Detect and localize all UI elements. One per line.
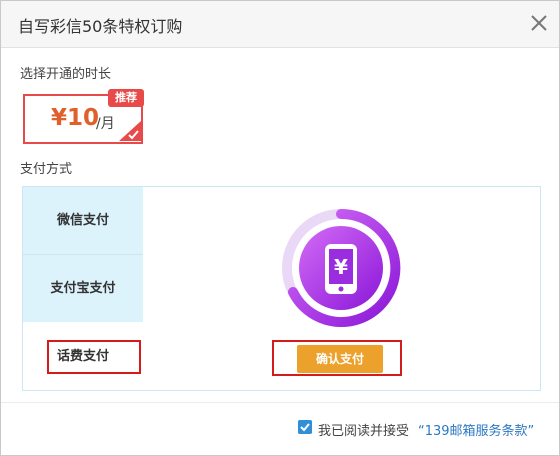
payment-panel: 微信支付 支付宝支付 话费支付 ¥ 确认支付 [22, 186, 541, 391]
duration-label: 选择开通的时长 [20, 67, 112, 82]
plan-price: ¥10 [51, 105, 100, 131]
confirm-highlight-frame [272, 340, 402, 376]
tab-highlight-frame [47, 340, 141, 374]
payment-label: 支付方式 [20, 162, 73, 177]
check-icon [119, 121, 141, 141]
recommend-badge: 推荐 [108, 89, 144, 107]
tab-wechat-pay[interactable]: 微信支付 [23, 187, 143, 255]
subscription-dialog: 自写彩信50条特权订购 选择开通的时长 ¥10 /月 推荐 支付方式 微信支付 … [0, 0, 560, 456]
plan-unit: /月 [96, 116, 115, 132]
terms-link[interactable]: “139邮箱服务条款” [418, 420, 534, 439]
svg-text:¥: ¥ [334, 255, 348, 279]
dialog-title: 自写彩信50条特权订购 [18, 17, 183, 36]
tab-alipay[interactable]: 支付宝支付 [23, 255, 143, 322]
close-icon[interactable] [527, 11, 551, 35]
phone-yuan-icon: ¥ [282, 208, 401, 327]
footer-divider [1, 402, 559, 403]
agree-text: 我已阅读并接受 [318, 424, 410, 439]
dialog-titlebar: 自写彩信50条特权订购 [1, 1, 559, 48]
agree-checkbox[interactable] [298, 420, 312, 434]
